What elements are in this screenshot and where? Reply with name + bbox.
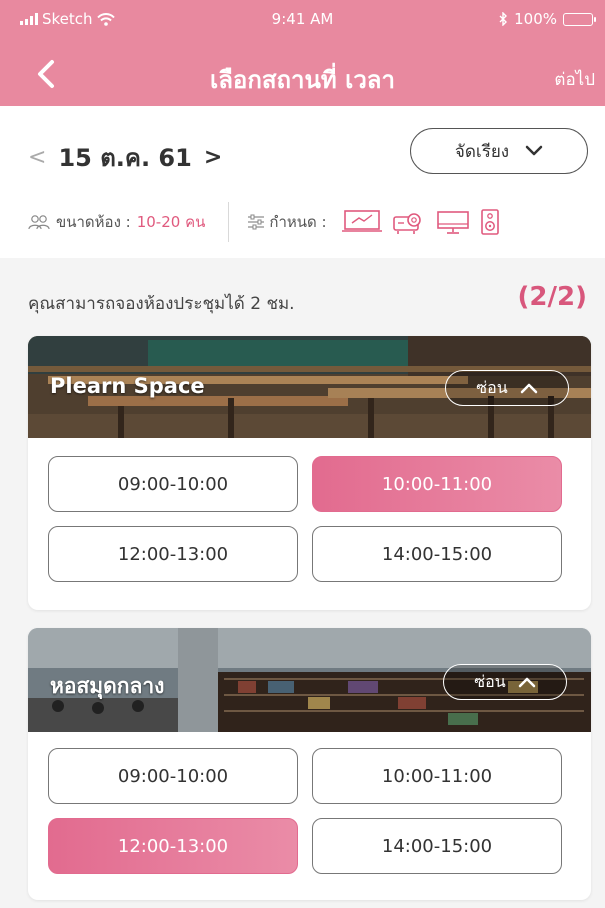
venue-card: หอสมุดกลาง ซ่อน 09:00-10:00 10:00-11:00 … (28, 628, 591, 900)
time-slot-selected[interactable]: 12:00-13:00 (48, 818, 298, 874)
speaker-icon[interactable] (480, 208, 500, 236)
time-slot[interactable]: 09:00-10:00 (48, 748, 298, 804)
header: Sketch 9:41 AM 100% เลือกสถานที่ เวลา ต่… (0, 0, 605, 106)
monitor-icon[interactable] (436, 209, 470, 235)
hide-button[interactable]: ซ่อน (443, 664, 567, 700)
date-label: 15 ต.ค. 61 (58, 144, 192, 172)
filter-row: ขนาดห้อง : 10-20 คน กำหนด : (28, 202, 588, 242)
time-slot-selected[interactable]: 10:00-11:00 (312, 456, 562, 512)
chart-screen-icon[interactable] (341, 209, 382, 235)
page-title: เลือกสถานที่ เวลา (210, 66, 395, 94)
status-right: 100% (499, 10, 596, 28)
chevron-down-icon (525, 145, 543, 156)
equipment-label: กำหนด : (269, 213, 327, 231)
room-size-value: 10-20 คน (136, 213, 206, 231)
venue-card: Plearn Space ซ่อน 09:00-10:00 10:00-11:0… (28, 336, 591, 610)
sort-dropdown[interactable]: จัดเรียง (410, 128, 588, 174)
venue-photo: หอสมุดกลาง ซ่อน (28, 628, 591, 732)
next-button[interactable]: ต่อไป (554, 66, 595, 93)
chevron-up-icon (520, 383, 537, 394)
previous-date-button[interactable]: < (28, 145, 46, 170)
battery-icon (563, 12, 596, 26)
date-navigator: < 15 ต.ค. 61 > (28, 138, 222, 177)
nav-bar: เลือกสถานที่ เวลา ต่อไป (0, 44, 605, 104)
battery-percent: 100% (514, 10, 557, 28)
sliders-icon (248, 214, 265, 230)
time-slot[interactable]: 10:00-11:00 (312, 748, 562, 804)
venue-name: Plearn Space (50, 374, 205, 398)
room-size-filter[interactable]: ขนาดห้อง : 10-20 คน (28, 210, 205, 234)
time-slot[interactable]: 14:00-15:00 (312, 818, 562, 874)
booking-quota: (2/2) (517, 282, 587, 312)
chevron-up-icon (518, 677, 535, 688)
room-size-label: ขนาดห้อง : (56, 213, 131, 231)
next-date-button[interactable]: > (204, 145, 222, 170)
screen: Sketch 9:41 AM 100% เลือกสถานที่ เวลา ต่… (0, 0, 605, 908)
hide-label: ซ่อน (476, 377, 508, 397)
venue-name: หอสมุดกลาง (50, 674, 165, 698)
venue-photo: Plearn Space ซ่อน (28, 336, 591, 438)
equipment-filter[interactable]: กำหนด : (247, 210, 327, 234)
projector-icon[interactable] (392, 209, 426, 235)
filter-panel: < 15 ต.ค. 61 > จัดเรียง ขนาดห้อง : 10-20… (0, 106, 605, 258)
time-slot[interactable]: 09:00-10:00 (48, 456, 298, 512)
hide-button[interactable]: ซ่อน (445, 370, 569, 406)
sort-label: จัดเรียง (454, 141, 510, 162)
bluetooth-icon (499, 12, 508, 26)
time-slot[interactable]: 12:00-13:00 (48, 526, 298, 582)
status-bar: Sketch 9:41 AM 100% (0, 0, 605, 34)
time-slot[interactable]: 14:00-15:00 (312, 526, 562, 582)
hide-label: ซ่อน (474, 671, 506, 691)
people-icon (28, 215, 50, 230)
filter-divider (228, 202, 230, 242)
booking-hint: คุณสามารถจองห้องประชุมได้ 2 ชม. (28, 294, 295, 314)
